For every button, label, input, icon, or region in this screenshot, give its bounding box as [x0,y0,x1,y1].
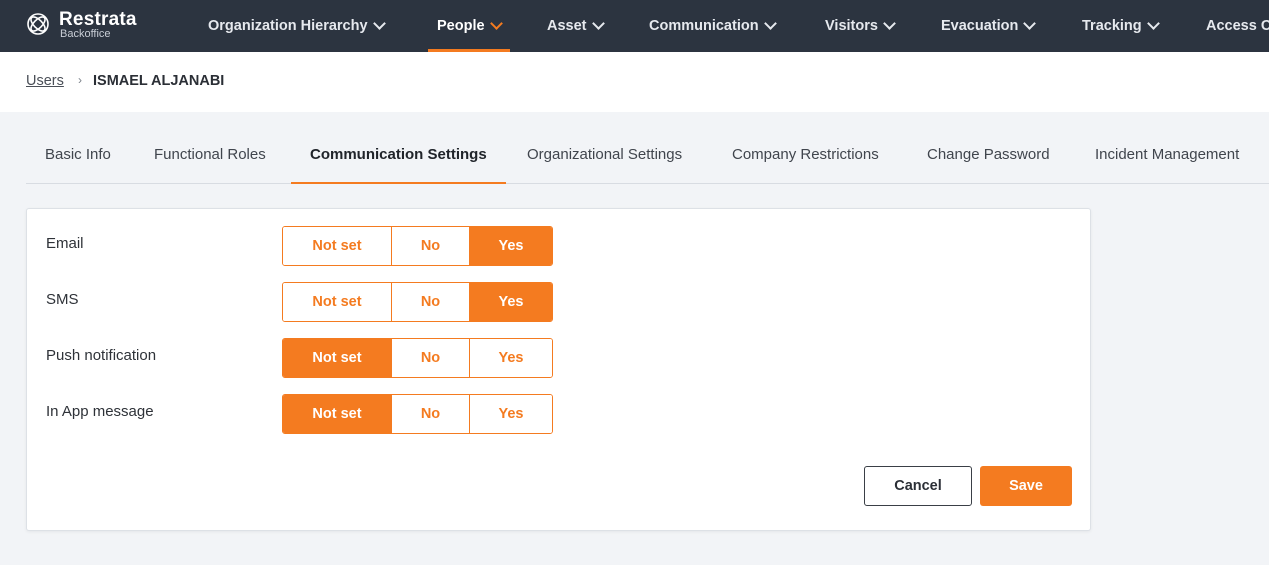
nav-item-label: Communication [649,18,759,34]
nav-item-tracking[interactable]: Tracking [1082,0,1160,52]
nav-item-asset[interactable]: Asset [547,0,605,52]
sms-not-set-option[interactable]: Not set [283,283,391,321]
sms-yes-option[interactable]: Yes [469,283,552,321]
in-app-message-no-option[interactable]: No [391,395,469,433]
chevron-down-icon [591,17,605,30]
in-app-message-setting-toggle: Not set No Yes [282,394,553,434]
tab-basic-info[interactable]: Basic Info [45,127,111,183]
tab-organizational-settings[interactable]: Organizational Settings [527,127,682,183]
email-yes-option[interactable]: Yes [469,227,552,265]
nav-item-access-control[interactable]: Access C [1206,0,1269,52]
nav-item-organization-hierarchy[interactable]: Organization Hierarchy [208,0,386,52]
email-setting-label: Email [46,235,84,252]
push-notification-setting-label: Push notification [46,347,157,364]
tab-company-restrictions[interactable]: Company Restrictions [732,127,879,183]
communication-settings-card: Email Not set No Yes SMS Not set No Yes … [26,208,1091,531]
tab-label: Communication Settings [310,146,487,163]
chevron-down-icon [883,17,896,30]
tab-communication-settings[interactable]: Communication Settings [291,127,506,184]
sms-setting-label: SMS [46,291,79,308]
breadcrumb-separator-icon: › [78,73,82,87]
email-not-set-option[interactable]: Not set [283,227,391,265]
nav-item-label: Visitors [825,18,878,34]
in-app-message-yes-option[interactable]: Yes [469,395,552,433]
tab-functional-roles[interactable]: Functional Roles [154,127,266,183]
tab-label: Change Password [927,146,1050,163]
breadcrumb-current-user: ISMAEL ALJANABI [93,73,225,89]
top-nav-bar: Restrata Backoffice Organization Hierarc… [0,0,1269,52]
in-app-message-setting-label: In App message [46,403,154,420]
nav-item-label: People [437,18,485,34]
push-notification-setting-toggle: Not set No Yes [282,338,553,378]
email-setting-toggle: Not set No Yes [282,226,553,266]
chevron-down-icon [763,17,777,30]
breadcrumb: Users › ISMAEL ALJANABI [0,52,1269,112]
nav-item-visitors[interactable]: Visitors [825,0,896,52]
tab-label: Functional Roles [154,146,266,163]
breadcrumb-link-users[interactable]: Users [26,73,64,89]
nav-item-evacuation[interactable]: Evacuation [941,0,1037,52]
push-notification-yes-option[interactable]: Yes [469,339,552,377]
nav-item-label: Access C [1206,18,1269,34]
app-subtitle: Backoffice [60,28,111,40]
nav-item-label: Evacuation [941,18,1019,34]
tab-incident-management[interactable]: Incident Management [1095,127,1239,183]
chevron-down-icon [1146,17,1160,30]
tab-label: Incident Management [1095,146,1240,163]
sms-no-option[interactable]: No [391,283,469,321]
nav-item-label: Asset [547,18,587,34]
chevron-down-icon [1023,17,1037,30]
chevron-down-icon [372,17,386,30]
nav-item-people[interactable]: People [428,0,510,52]
tab-label: Organizational Settings [527,146,683,163]
tab-label: Company Restrictions [732,146,879,163]
nav-item-label: Organization Hierarchy [208,18,368,34]
active-tab-indicator [291,182,506,184]
nav-item-communication[interactable]: Communication [649,0,777,52]
push-notification-no-option[interactable]: No [391,339,469,377]
tab-label: Basic Info [45,146,111,163]
chevron-down-icon [489,17,503,30]
push-notification-not-set-option[interactable]: Not set [283,339,391,377]
in-app-message-not-set-option[interactable]: Not set [283,395,391,433]
cancel-button[interactable]: Cancel [864,466,972,506]
sms-setting-toggle: Not set No Yes [282,282,553,322]
restrata-logo-icon [27,13,49,35]
save-button[interactable]: Save [980,466,1072,506]
tab-change-password[interactable]: Change Password [927,127,1050,183]
email-no-option[interactable]: No [391,227,469,265]
nav-item-label: Tracking [1082,18,1142,34]
user-settings-tabs: Basic Info Functional Roles Communicatio… [26,127,1269,184]
